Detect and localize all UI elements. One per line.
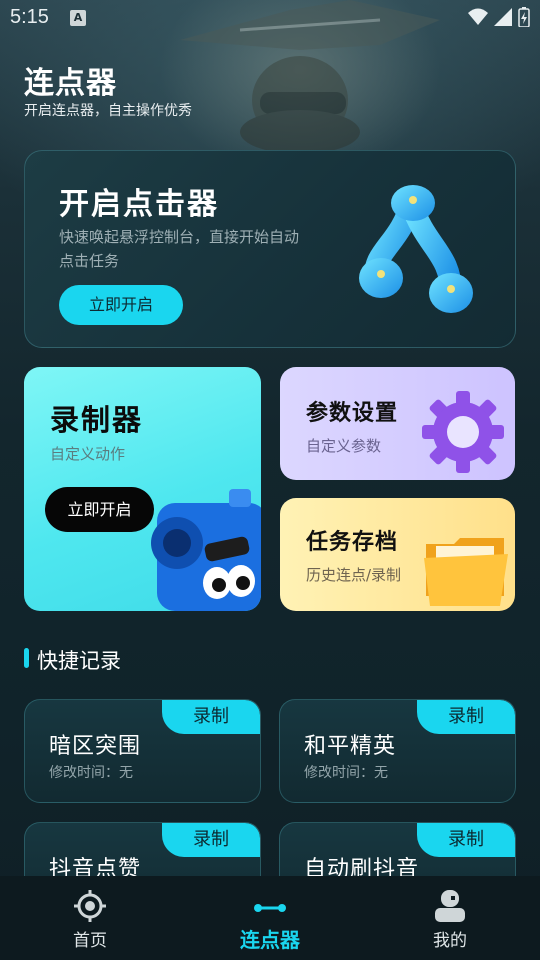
params-subtitle: 自定义参数 — [306, 437, 382, 455]
archive-subtitle: 历史连点/录制 — [306, 566, 402, 584]
notification-icon: A — [70, 10, 86, 26]
link-dots-icon — [254, 904, 286, 912]
tab-home-label: 首页 — [73, 931, 107, 951]
archive-title: 任务存档 — [306, 530, 399, 555]
tab-home[interactable]: 首页 — [0, 876, 180, 960]
task-archive-card[interactable]: 任务存档 历史连点/录制 — [280, 498, 515, 611]
user-icon — [435, 890, 465, 922]
record-title: 暗区突围 — [49, 734, 142, 759]
recorder-title: 录制器 — [50, 403, 144, 437]
record-modified-time: 修改时间：无 — [304, 765, 388, 781]
start-clicker-card[interactable]: 开启点击器 快速唤起悬浮控制台，直接开始自动点击任务 立即开启 — [24, 150, 516, 348]
tab-clicker-label: 连点器 — [240, 928, 300, 952]
signal-icon — [494, 8, 512, 26]
gear-icon — [422, 391, 504, 473]
record-tag: 录制 — [162, 823, 260, 857]
bottom-nav: 首页 连点器 我的 — [0, 876, 540, 960]
quick-record-card[interactable]: 录制 暗区突围 修改时间：无 — [24, 699, 261, 803]
hero-description: 快速唤起悬浮控制台，直接开始自动点击任务 — [59, 228, 300, 270]
recorder-card[interactable]: 录制器 自定义动作 立即开启 — [24, 367, 261, 611]
record-tag: 录制 — [417, 823, 515, 857]
quick-record-card[interactable]: 录制 和平精英 修改时间：无 — [279, 699, 516, 803]
record-tag: 录制 — [417, 700, 515, 734]
record-tag: 录制 — [162, 700, 260, 734]
params-title: 参数设置 — [306, 401, 399, 426]
wifi-icon — [468, 8, 488, 25]
record-modified-time: 修改时间：无 — [49, 765, 133, 781]
hero-title: 开启点击器 — [59, 187, 219, 222]
tab-profile-label: 我的 — [433, 931, 467, 951]
battery-icon — [518, 7, 530, 27]
crosshair-icon — [74, 890, 106, 922]
section-marker — [24, 648, 29, 668]
hero-start-button[interactable]: 立即开启 — [59, 285, 183, 325]
params-settings-card[interactable]: 参数设置 自定义参数 — [280, 367, 515, 480]
status-bar: 5:15 A — [0, 0, 540, 36]
folder-icon — [424, 538, 508, 606]
camera-icon — [151, 489, 261, 611]
page-subtitle: 开启连点器，自主操作优秀 — [24, 103, 192, 119]
record-title: 和平精英 — [304, 734, 397, 759]
status-time: 5:15 — [10, 6, 49, 28]
recorder-subtitle: 自定义动作 — [50, 445, 126, 463]
tab-profile[interactable]: 我的 — [360, 876, 540, 960]
system-icons — [468, 7, 530, 27]
quick-records-heading: 快捷记录 — [37, 649, 121, 673]
connector-3d-icon — [359, 185, 473, 313]
tab-clicker[interactable]: 连点器 — [180, 876, 360, 960]
page-title: 连点器 — [24, 66, 117, 101]
